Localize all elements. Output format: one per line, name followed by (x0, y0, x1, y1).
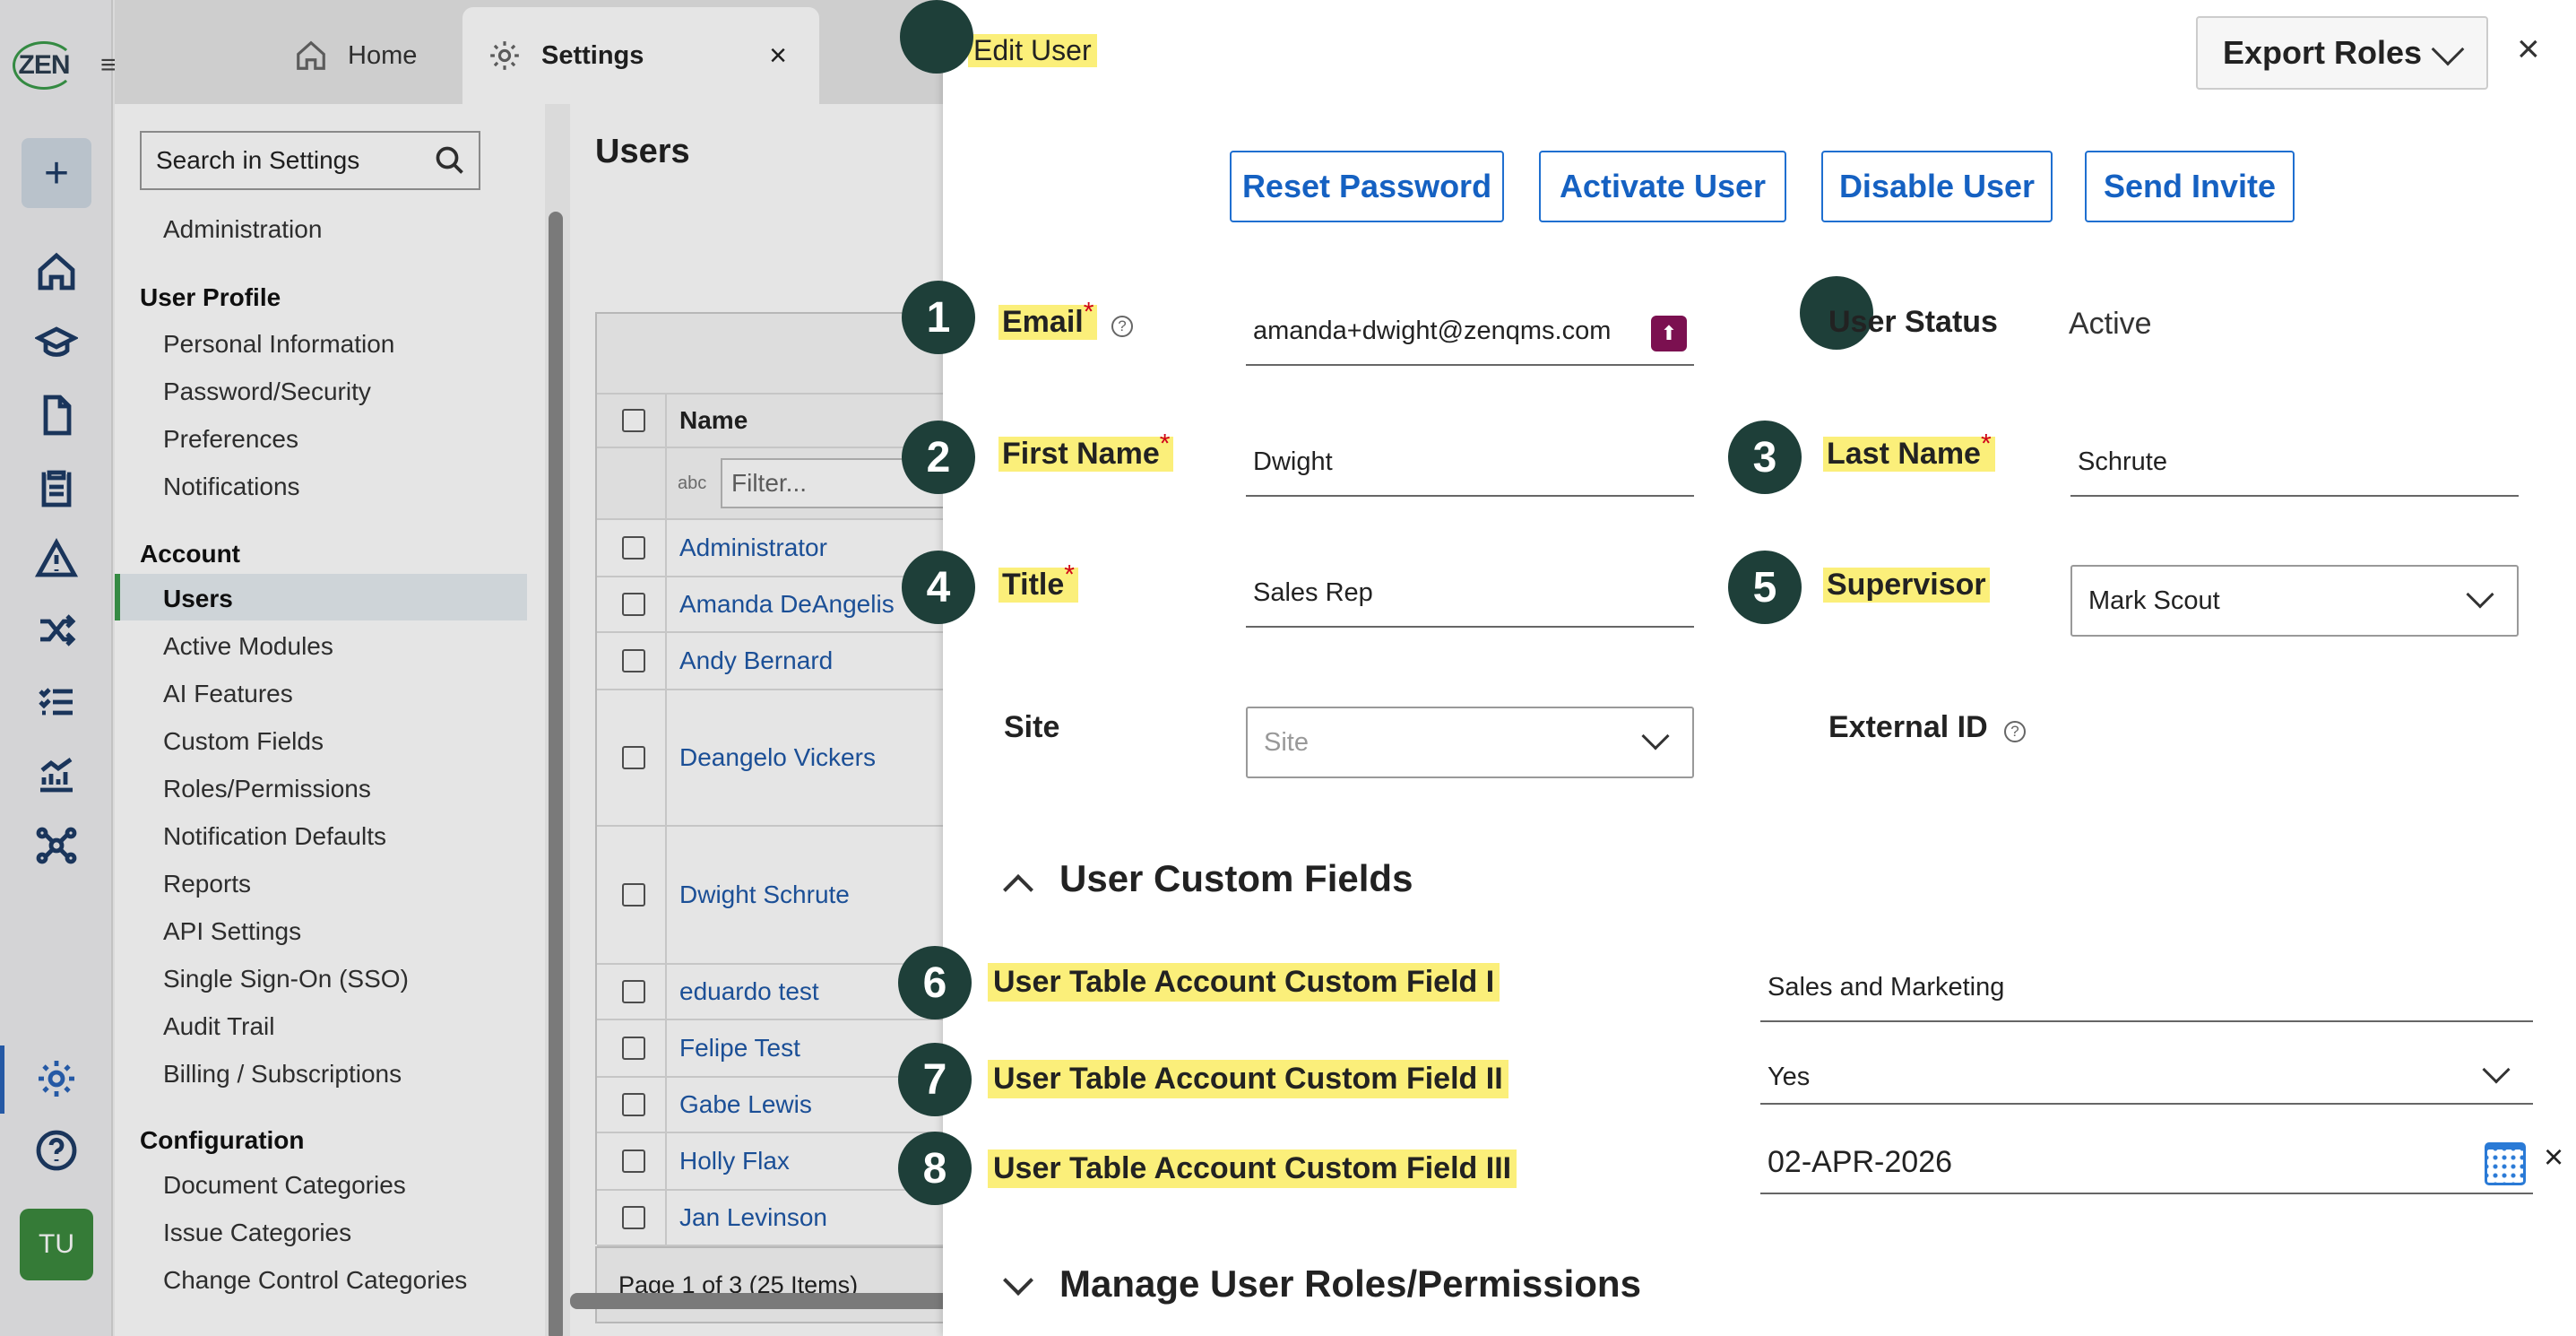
supervisor-select[interactable]: Mark Scout (2070, 565, 2519, 637)
custom-field-1-input[interactable]: Sales and Marketing (1760, 954, 2533, 1022)
email-value: amanda+dwight@zenqms.com (1253, 316, 1612, 345)
custom-field-3-value: 02-APR-2026 (1768, 1144, 1953, 1179)
export-roles-button[interactable]: Export Roles (2196, 16, 2488, 90)
panel-title: Edit User (968, 34, 1097, 67)
site-placeholder: Site (1264, 727, 1309, 757)
custom-field-2-select[interactable]: Yes (1760, 1051, 2533, 1105)
step-badge (1800, 276, 1873, 350)
custom-field-2-value: Yes (1768, 1062, 1811, 1091)
supervisor-value: Mark Scout (2088, 586, 2220, 615)
send-invite-button[interactable]: Send Invite (2085, 151, 2295, 222)
close-icon[interactable]: × (2517, 27, 2540, 72)
disable-user-button[interactable]: Disable User (1821, 151, 2053, 222)
title-field[interactable]: Sales Rep (1246, 560, 1694, 628)
last-name-field[interactable]: Schrute (2070, 429, 2519, 497)
chevron-down-icon (1641, 722, 1670, 750)
site-select[interactable]: Site (1246, 707, 1694, 778)
first-name-field[interactable]: Dwight (1246, 429, 1694, 497)
chevron-down-icon (2482, 1055, 2511, 1084)
reset-password-button[interactable]: Reset Password (1230, 151, 1504, 222)
chevron-down-icon (2431, 32, 2465, 66)
calendar-icon[interactable] (2485, 1142, 2526, 1185)
chevron-down-icon (2466, 580, 2494, 609)
custom-field-3-date[interactable]: 02-APR-2026 (1760, 1132, 2533, 1194)
modal-backdrop[interactable] (0, 0, 943, 1336)
export-roles-label: Export Roles (2223, 34, 2423, 71)
activate-user-button[interactable]: Activate User (1539, 151, 1786, 222)
password-manager-icon[interactable]: ⬆ (1651, 316, 1687, 351)
clear-date-icon[interactable]: × (2544, 1139, 2563, 1177)
email-field[interactable]: amanda+dwight@zenqms.com ⬆ (1246, 298, 1694, 366)
